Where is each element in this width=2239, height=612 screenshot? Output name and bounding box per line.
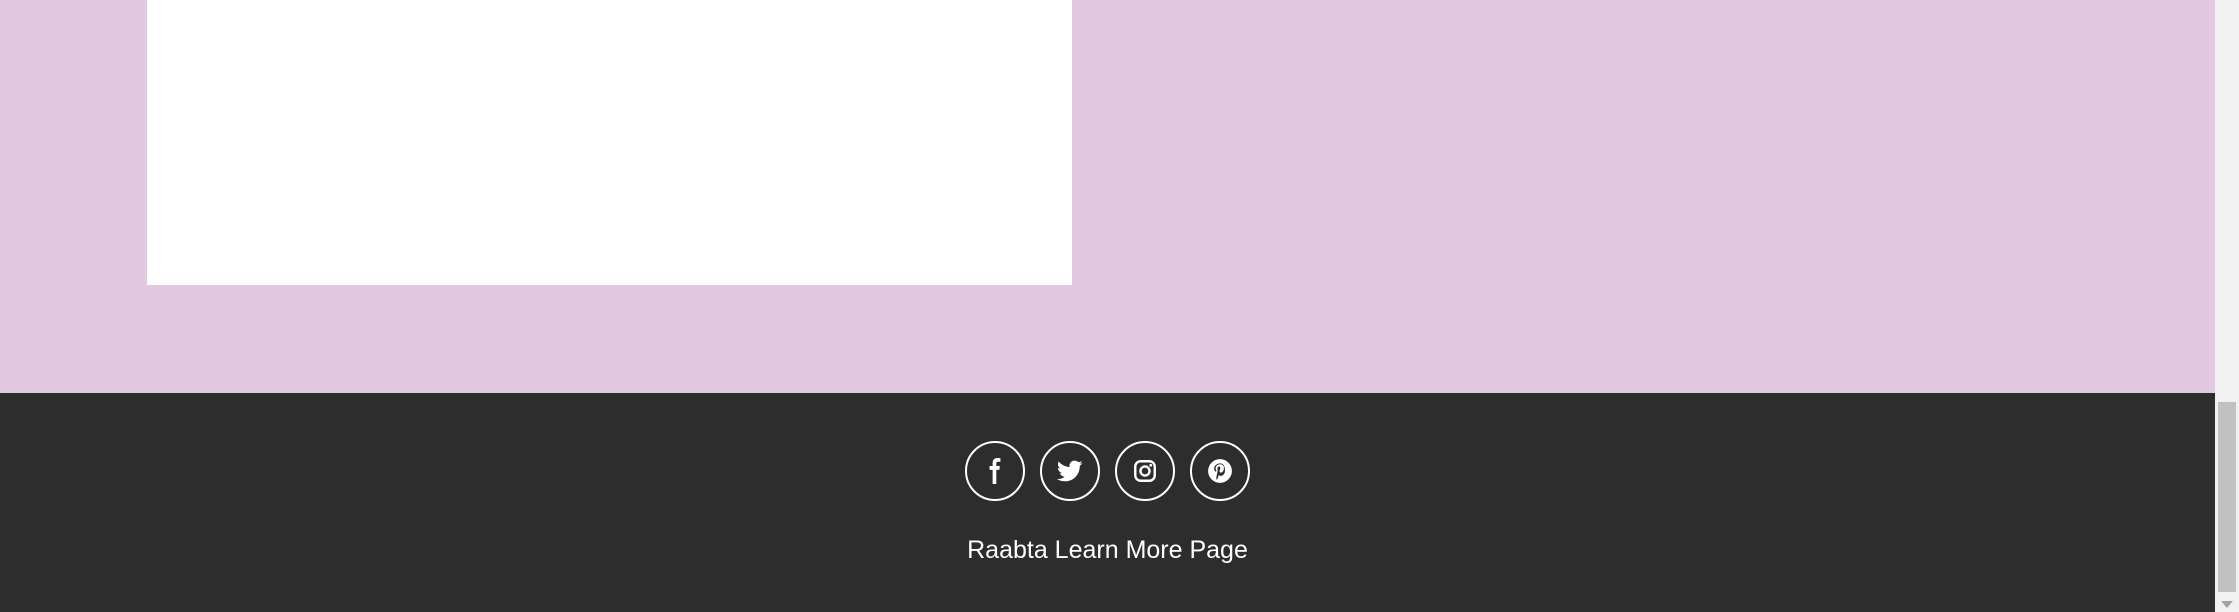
facebook-button[interactable]	[965, 441, 1025, 501]
viewport: Raabta Learn More Page	[0, 0, 2215, 612]
site-footer: Raabta Learn More Page	[0, 393, 2215, 612]
content-section	[0, 0, 2215, 393]
content-card	[147, 0, 1072, 285]
scrollbar-thumb[interactable]	[2218, 402, 2236, 592]
twitter-button[interactable]	[1040, 441, 1100, 501]
social-links	[0, 441, 2215, 501]
facebook-icon	[982, 458, 1008, 484]
pinterest-button[interactable]	[1190, 441, 1250, 501]
pinterest-icon	[1207, 458, 1233, 484]
scroll-down-arrow-icon[interactable]	[2221, 601, 2233, 608]
twitter-icon	[1057, 458, 1083, 484]
instagram-icon	[1132, 458, 1158, 484]
page: Raabta Learn More Page	[0, 0, 2239, 612]
instagram-button[interactable]	[1115, 441, 1175, 501]
footer-title: Raabta Learn More Page	[967, 536, 1248, 564]
vertical-scrollbar[interactable]	[2215, 0, 2239, 612]
